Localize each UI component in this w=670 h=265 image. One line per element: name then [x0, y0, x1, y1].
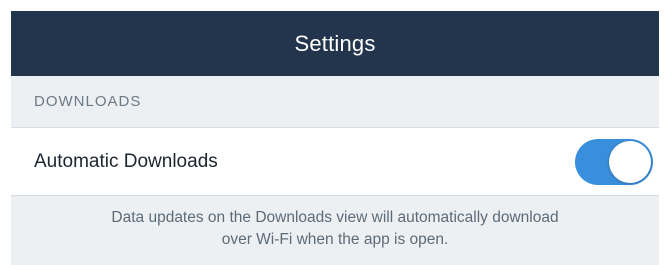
- downloads-footer-note: Data updates on the Downloads view will …: [11, 196, 659, 251]
- toggle-knob: [609, 140, 651, 183]
- navigation-bar: Settings: [11, 11, 659, 76]
- settings-screen: Settings DOWNLOADS Automatic Downloads D…: [11, 11, 659, 265]
- footer-note-line-2: over Wi-Fi when the app is open.: [221, 231, 449, 248]
- section-header-label: DOWNLOADS: [34, 93, 142, 110]
- automatic-downloads-label: Automatic Downloads: [34, 150, 218, 172]
- downloads-section-header: DOWNLOADS: [11, 76, 659, 128]
- automatic-downloads-toggle[interactable]: [575, 138, 653, 185]
- page-title: Settings: [294, 30, 376, 56]
- footer-note-line-1: Data updates on the Downloads view will …: [111, 209, 559, 226]
- automatic-downloads-row[interactable]: Automatic Downloads: [11, 128, 659, 196]
